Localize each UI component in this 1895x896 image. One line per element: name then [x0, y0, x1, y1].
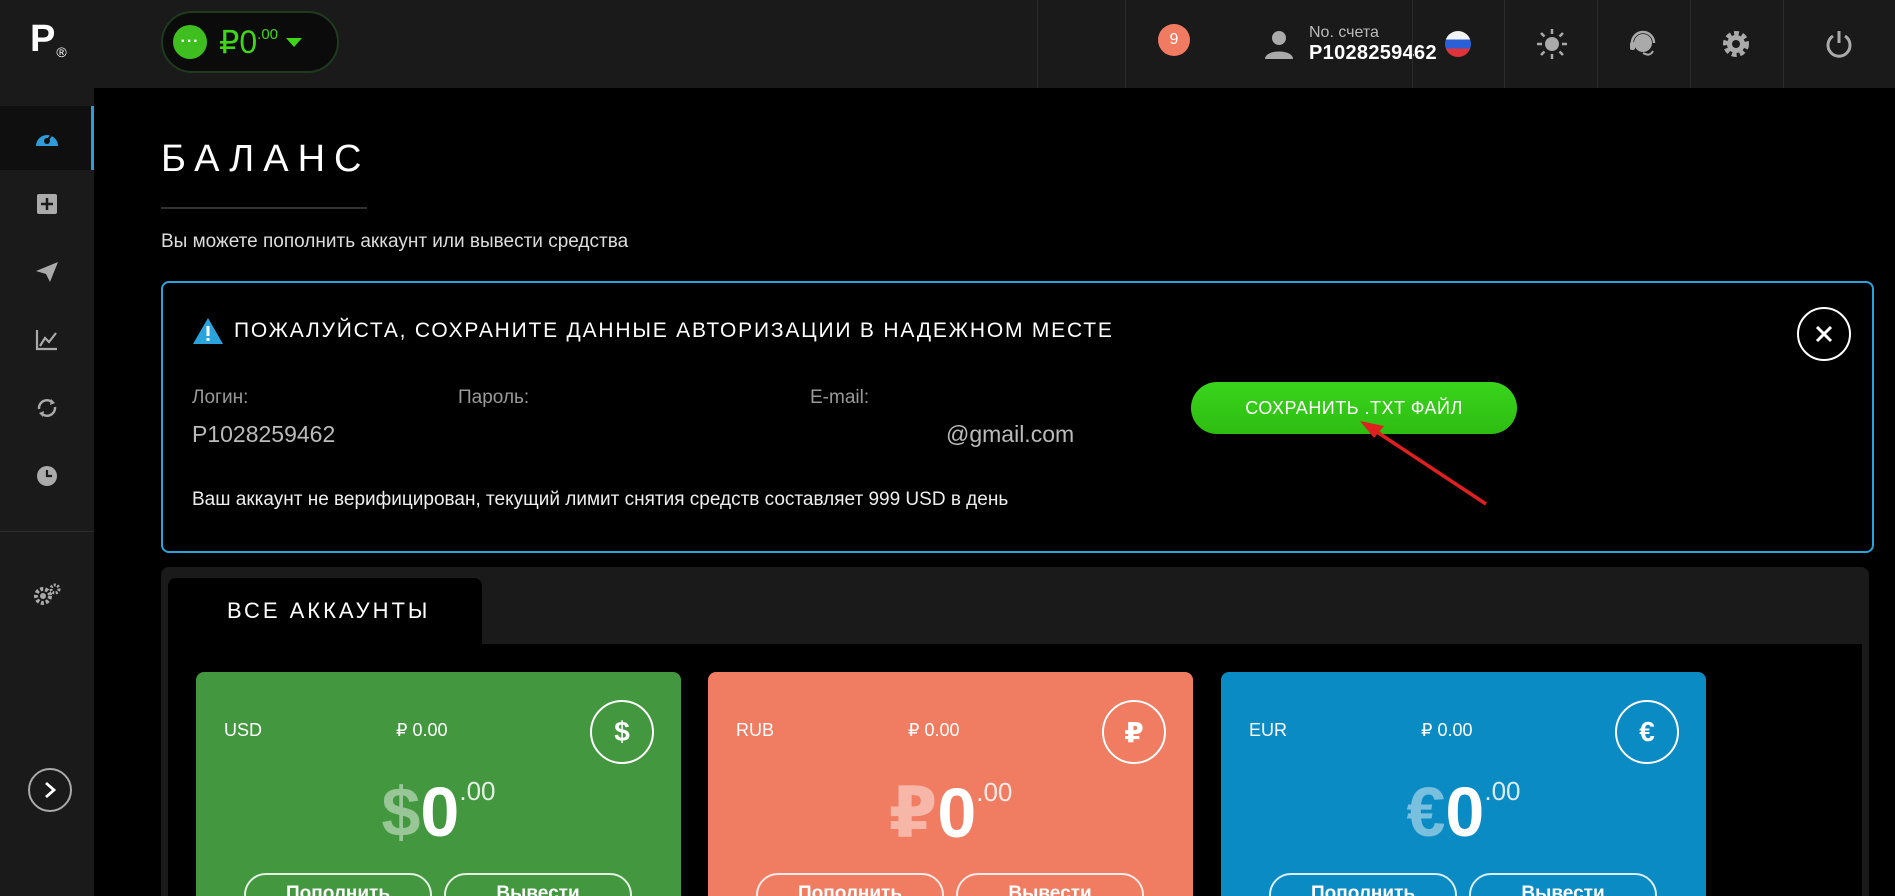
caret-down-icon	[286, 37, 303, 47]
email-value: @gmail.com	[946, 421, 1075, 447]
sidebar-item-history[interactable]	[0, 444, 94, 508]
more-icon: ···	[173, 25, 207, 59]
sidebar-item-deposit[interactable]	[0, 172, 94, 236]
credentials-notice: ПОЖАЛУЙСТА, СОХРАНИТЕ ДАННЫЕ АВТОРИЗАЦИИ…	[161, 281, 1874, 553]
rub-equivalent: ₽ 0.00	[1421, 720, 1473, 740]
user-icon	[1265, 31, 1293, 59]
logo[interactable]: P®	[30, 18, 67, 61]
deposit-button[interactable]: Пополнить	[1269, 873, 1457, 896]
top-bar: ··· ₽0.00 9 No. счета P1028259462	[94, 0, 1895, 88]
title-underline	[161, 207, 367, 209]
sidebar-item-dashboard[interactable]	[0, 106, 94, 170]
sidebar-divider	[0, 531, 94, 532]
tab-all-accounts[interactable]: ВСЕ АККАУНТЫ	[168, 578, 482, 644]
power-icon	[1826, 31, 1852, 58]
sidebar-item-exchange[interactable]	[0, 376, 94, 440]
page-title: БАЛАНС	[161, 138, 371, 180]
balance-amount: ₽0.00	[219, 24, 279, 60]
sidebar-item-send[interactable]	[0, 240, 94, 304]
card-balance: $0.00	[381, 773, 496, 851]
logout-button[interactable]	[1817, 22, 1861, 66]
withdraw-button[interactable]: Вывести	[1469, 873, 1657, 896]
sidebar-item-statistics[interactable]	[0, 308, 94, 372]
verification-notice: Ваш аккаунт не верифицирован, текущий ли…	[192, 489, 1009, 510]
currency-code: EUR	[1249, 720, 1288, 740]
withdraw-button[interactable]: Вывести	[444, 873, 632, 896]
divider	[1125, 0, 1126, 88]
annotation-arrow	[1360, 421, 1487, 506]
deposit-button[interactable]: Пополнить	[756, 873, 944, 896]
warning-icon	[193, 318, 223, 344]
login-label: Логин:	[192, 387, 249, 408]
dollar-icon: $	[590, 700, 654, 764]
balance-dropdown[interactable]: ··· ₽0.00	[161, 11, 339, 73]
withdraw-button[interactable]: Вывести	[956, 873, 1144, 896]
account-card-usd: USD ₽ 0.00 $ $0.00 Пополнить Вывести	[196, 672, 681, 896]
headset-icon	[1630, 30, 1656, 56]
rub-equivalent: ₽ 0.00	[908, 720, 960, 740]
sidebar-item-settings[interactable]	[0, 562, 94, 626]
card-balance: ₽0.00	[888, 774, 1013, 852]
chart-line-icon	[35, 330, 57, 351]
support-button[interactable]	[1621, 22, 1665, 66]
paper-plane-icon	[36, 262, 58, 282]
settings-button[interactable]	[1714, 22, 1758, 66]
sidebar: P®	[0, 0, 94, 896]
account-label: No. счета	[1309, 24, 1379, 42]
divider	[1597, 0, 1598, 88]
russia-flag-icon	[1445, 31, 1471, 57]
close-icon	[1815, 325, 1833, 343]
divider	[1504, 0, 1505, 88]
card-balance: €0.00	[1406, 773, 1521, 851]
notice-title: ПОЖАЛУЙСТА, СОХРАНИТЕ ДАННЫЕ АВТОРИЗАЦИИ…	[234, 319, 1114, 342]
language-button[interactable]	[1436, 22, 1480, 66]
exchange-arrows-icon	[37, 399, 57, 417]
login-value: P1028259462	[192, 421, 336, 447]
password-label: Пароль:	[458, 387, 530, 408]
euro-icon: €	[1615, 700, 1679, 764]
chevron-right-icon	[45, 781, 56, 799]
email-label: E-mail:	[810, 387, 870, 408]
account-card-eur: EUR ₽ 0.00 € €0.00 Пополнить Вывести	[1221, 672, 1706, 896]
account-number: P1028259462	[1309, 41, 1437, 64]
sun-icon	[1537, 29, 1567, 59]
account-card-rub: RUB ₽ 0.00 ₽ ₽0.00 Пополнить Вывести	[708, 672, 1193, 896]
clock-icon	[37, 466, 57, 486]
divider	[1783, 0, 1784, 88]
ruble-icon: ₽	[1102, 700, 1166, 764]
divider	[1690, 0, 1691, 88]
gauge-icon	[36, 133, 58, 146]
close-button[interactable]	[1797, 307, 1851, 361]
rub-equivalent: ₽ 0.00	[396, 720, 448, 740]
gear-icon	[1723, 31, 1749, 57]
account-selector[interactable]: No. счета P1028259462	[1263, 20, 1465, 68]
gears-icon	[34, 583, 61, 605]
notification-badge[interactable]: 9	[1158, 24, 1190, 56]
deposit-button[interactable]: Пополнить	[244, 873, 432, 896]
notice-header: ПОЖАЛУЙСТА, СОХРАНИТЕ ДАННЫЕ АВТОРИЗАЦИИ…	[192, 317, 1114, 345]
theme-toggle-button[interactable]	[1530, 22, 1574, 66]
divider	[1037, 0, 1038, 88]
divider	[1412, 0, 1413, 88]
currency-code: USD	[224, 720, 263, 740]
plus-square-icon	[37, 194, 57, 214]
currency-code: RUB	[736, 720, 775, 740]
page-subtitle: Вы можете пополнить аккаунт или вывести …	[161, 231, 629, 252]
sidebar-expand-button[interactable]	[28, 768, 72, 812]
